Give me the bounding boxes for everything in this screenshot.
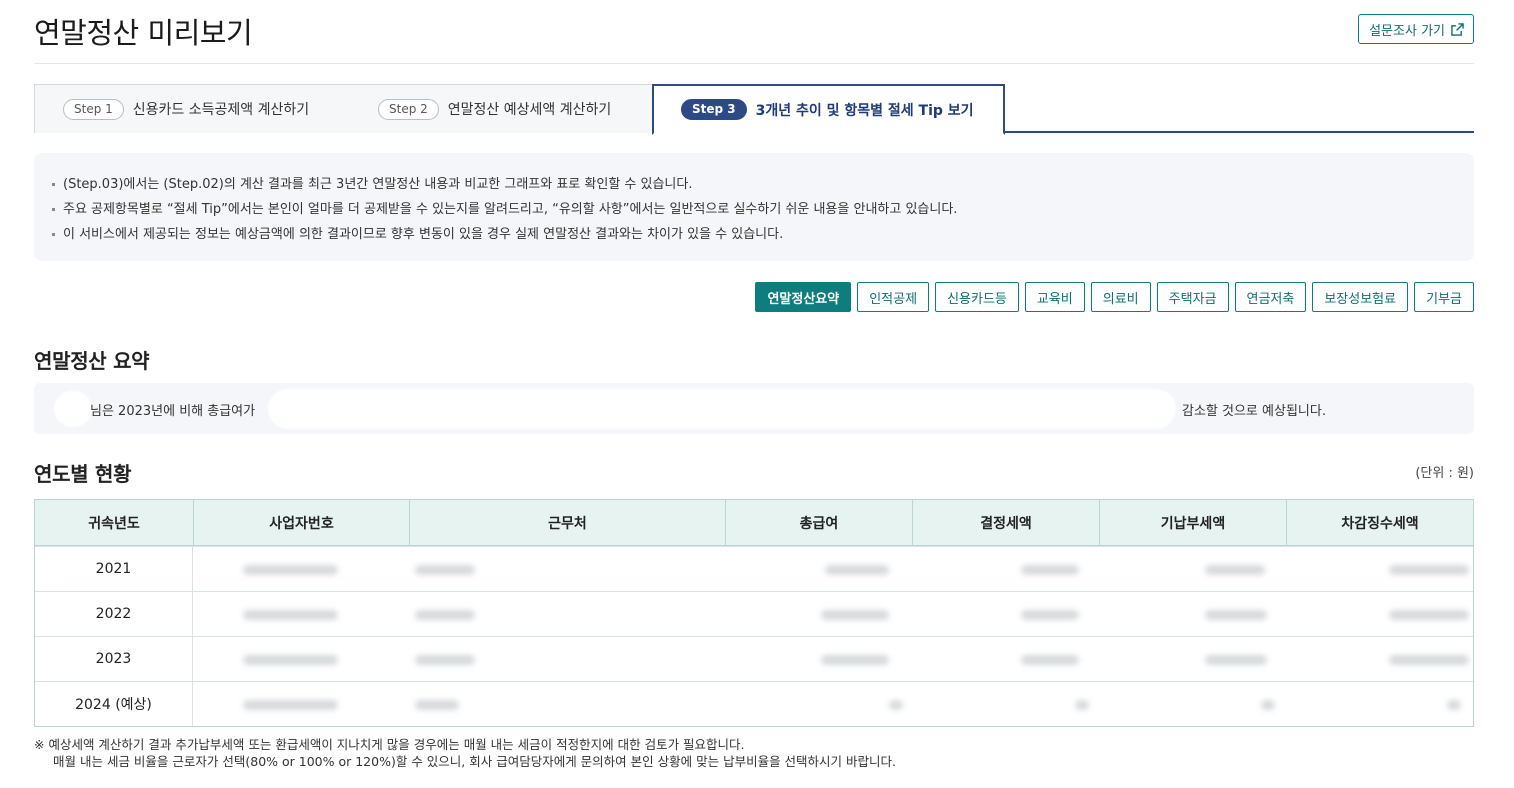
redacted-amount <box>268 389 1176 429</box>
summary-title: 연말정산 요약 <box>34 349 150 373</box>
info-line: 주요 공제항목별로 “절세 Tip”에서는 본인이 얼마를 더 공제받을 수 있… <box>52 197 1474 222</box>
tab-step-2[interactable]: Step 2 연말정산 예상세액 계산하기 <box>350 84 653 133</box>
table-row: 2021 <box>35 546 1473 591</box>
redacted-name <box>54 391 92 427</box>
page-title: 연말정산 미리보기 <box>34 16 253 50</box>
redacted-row-data <box>193 682 1473 726</box>
page: 연말정산 미리보기 설문조사 가기 Step 1 신용카드 소득공제액 계산하기… <box>34 0 1474 769</box>
category-credit-card-button[interactable]: 신용카드등 <box>935 282 1019 312</box>
external-link-icon <box>1451 22 1464 36</box>
survey-button-label: 설문조사 가기 <box>1369 23 1445 39</box>
category-summary-button[interactable]: 연말정산요약 <box>755 282 852 312</box>
column-header: 총급여 <box>725 500 912 545</box>
redacted-row-data <box>193 547 1473 591</box>
year-cell: 2023 <box>35 637 193 681</box>
header: 연말정산 미리보기 설문조사 가기 <box>34 0 1474 64</box>
table-row: 2022 <box>35 591 1473 636</box>
year-cell: 2024 (예상) <box>35 682 193 726</box>
info-box: (Step.03)에서는 (Step.02)의 계산 결과를 최근 3년간 연말… <box>34 153 1474 261</box>
table-row: 2024 (예상) <box>35 681 1473 726</box>
tab-step-3[interactable]: Step 3 3개년 추이 및 항목별 절세 Tip 보기 <box>652 84 1005 135</box>
summary-box: 님은 2023년에 비해 총급여가 감소할 것으로 예상됩니다. <box>34 383 1474 434</box>
redacted-row-data <box>193 637 1473 681</box>
table-row: 2023 <box>35 636 1473 681</box>
category-pension-button[interactable]: 연금저축 <box>1234 282 1307 312</box>
category-insurance-button[interactable]: 보장성보험료 <box>1312 282 1409 312</box>
category-housing-button[interactable]: 주택자금 <box>1156 282 1229 312</box>
step-tabs: Step 1 신용카드 소득공제액 계산하기 Step 2 연말정산 예상세액 … <box>34 84 1474 135</box>
category-buttons: 연말정산요약 인적공제 신용카드등 교육비 의료비 주택자금 연금저축 보장성보… <box>755 282 1474 312</box>
year-cell: 2022 <box>35 592 193 636</box>
category-personal-deduction-button[interactable]: 인적공제 <box>857 282 930 312</box>
yearly-title: 연도별 현황 <box>34 462 132 486</box>
category-medical-button[interactable]: 의료비 <box>1090 282 1151 312</box>
column-header: 근무처 <box>409 500 725 545</box>
column-header: 차감징수세액 <box>1286 500 1473 545</box>
tab-label: 3개년 추이 및 항목별 절세 Tip 보기 <box>755 102 974 119</box>
column-header: 귀속년도 <box>88 515 140 532</box>
column-header: 결정세액 <box>912 500 1099 545</box>
info-line: 이 서비스에서 제공되는 정보는 예상금액에 의한 결과이므로 향후 변동이 있… <box>52 222 1474 247</box>
year-cell: 2021 <box>35 547 193 591</box>
info-line: (Step.03)에서는 (Step.02)의 계산 결과를 최근 3년간 연말… <box>52 172 1474 197</box>
tab-label: 연말정산 예상세액 계산하기 <box>447 102 612 118</box>
column-header: 사업자번호 <box>193 500 409 545</box>
table-header: 귀속년도 사업자번호 근무처 총급여 결정세액 기납부세액 차감징수세액 <box>35 500 1473 546</box>
column-header: 기납부세액 <box>1099 500 1286 545</box>
tab-step-1[interactable]: Step 1 신용카드 소득공제액 계산하기 <box>34 84 351 133</box>
note-line: 매월 내는 세금 비율을 근로자가 선택(80% or 100% or 120%… <box>53 754 896 769</box>
summary-text-start: 님은 2023년에 비해 총급여가 <box>90 404 256 419</box>
tab-label: 신용카드 소득공제액 계산하기 <box>132 102 310 118</box>
step-badge: Step 1 <box>63 98 124 120</box>
redacted-row-data <box>193 592 1473 636</box>
notes: ※ 예상세액 계산하기 결과 추가납부세액 또는 환급세액이 지나치게 많을 경… <box>34 736 896 770</box>
category-education-button[interactable]: 교육비 <box>1024 282 1085 312</box>
survey-button[interactable]: 설문조사 가기 <box>1358 14 1474 44</box>
category-donation-button[interactable]: 기부금 <box>1414 282 1474 312</box>
step-badge: Step 3 <box>681 99 747 120</box>
yearly-table: 귀속년도 사업자번호 근무처 총급여 결정세액 기납부세액 차감징수세액 202… <box>34 499 1474 727</box>
unit-label: (단위 : 원) <box>1415 466 1474 481</box>
step-badge: Step 2 <box>378 98 439 120</box>
note-line: ※ 예상세액 계산하기 결과 추가납부세액 또는 환급세액이 지나치게 많을 경… <box>34 737 745 752</box>
summary-text-end: 감소할 것으로 예상됩니다. <box>1182 404 1326 419</box>
